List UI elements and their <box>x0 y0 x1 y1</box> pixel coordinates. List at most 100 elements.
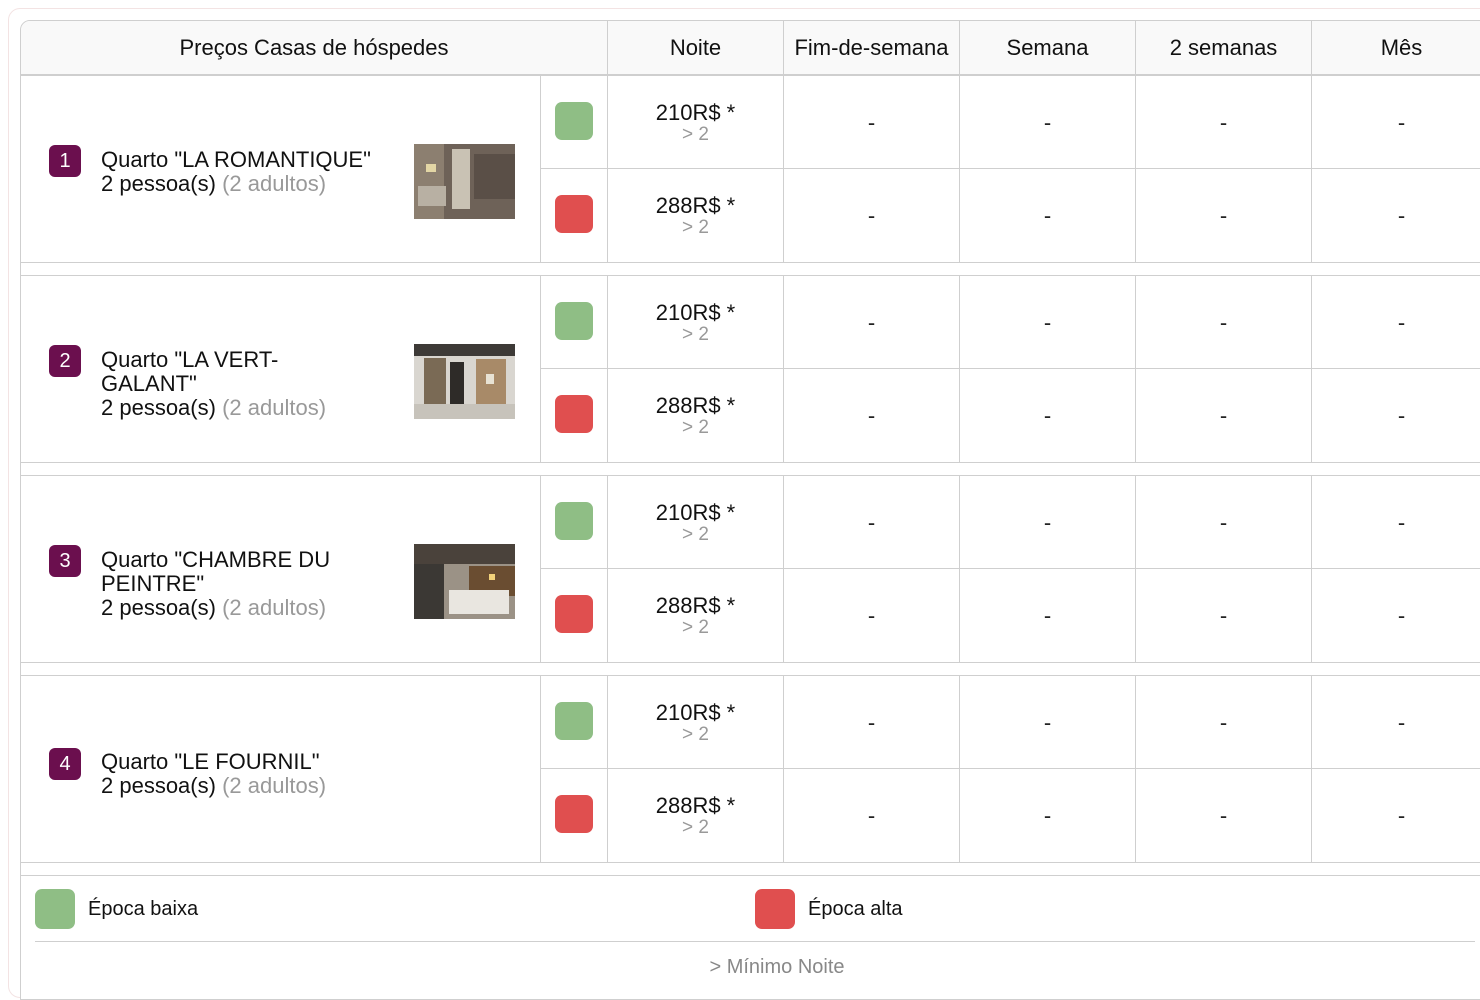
night-price-cell: 288R$ * > 2 <box>608 569 784 662</box>
week-price: - <box>960 169 1136 262</box>
min-nights: > 2 <box>682 616 709 638</box>
high-season-cell <box>541 369 608 462</box>
two-weeks-price: - <box>1136 76 1312 169</box>
room-name[interactable]: Quarto "LA VERT-GALANT" <box>101 348 371 396</box>
min-nights: > 2 <box>682 523 709 545</box>
night-price-cell: 210R$ * > 2 <box>608 676 784 769</box>
night-price: 210R$ * <box>655 99 736 125</box>
row-divider <box>541 768 1480 769</box>
high-season-swatch <box>555 795 593 833</box>
room-description: Quarto "LA VERT-GALANT" 2 pessoa(s) (2 ad… <box>101 348 371 420</box>
season-legend: Época baixa Época alta <box>21 875 1480 941</box>
table-header: Preços Casas de hóspedes Noite Fim-de-se… <box>21 21 1480 75</box>
room-name[interactable]: Quarto "LE FOURNIL" <box>101 750 371 774</box>
room-group: 4 Quarto "LE FOURNIL" 2 pessoa(s) (2 adult… <box>21 675 1480 863</box>
two-weeks-price: - <box>1136 676 1312 769</box>
min-nights: > 2 <box>682 123 709 145</box>
room-adults: (2 adultos) <box>222 171 327 196</box>
night-price-cell: 288R$ * > 2 <box>608 169 784 262</box>
weekend-price: - <box>784 169 960 262</box>
month-price: - <box>1397 709 1406 735</box>
month-price: - <box>1397 602 1406 628</box>
room-adults: (2 adultos) <box>222 773 327 798</box>
room-info: 4 Quarto "LE FOURNIL" 2 pessoa(s) (2 adult… <box>21 676 541 862</box>
room-photo[interactable] <box>414 544 515 619</box>
room-description: Quarto "LA ROMANTIQUE" 2 pessoa(s) (2 adu… <box>101 148 371 196</box>
min-nights: > 2 <box>682 323 709 345</box>
min-night-footnote: > Mínimo Noite <box>709 956 845 978</box>
row-divider <box>541 168 1480 169</box>
month-price: - <box>1397 202 1406 228</box>
low-season-cell <box>541 476 608 569</box>
low-season-label: Época baixa <box>88 898 199 920</box>
room-photo[interactable] <box>414 144 515 219</box>
night-price-cell: 210R$ * > 2 <box>608 476 784 569</box>
low-season-swatch <box>35 889 75 929</box>
min-nights: > 2 <box>682 723 709 745</box>
high-season-cell <box>541 169 608 262</box>
room-description: Quarto "LE FOURNIL" 2 pessoa(s) (2 adulto… <box>101 750 371 798</box>
room-group: 2 Quarto "LA VERT-GALANT" 2 pessoa(s) (2 a… <box>21 275 1480 463</box>
two-weeks-price: - <box>1136 369 1312 462</box>
week-price: - <box>960 369 1136 462</box>
high-season-swatch <box>755 889 795 929</box>
night-price: 210R$ * <box>655 699 736 725</box>
header-month: Mês <box>1380 35 1423 60</box>
two-weeks-price: - <box>1136 769 1312 862</box>
two-weeks-price: - <box>1136 476 1312 569</box>
room-photo[interactable] <box>414 344 515 419</box>
weekend-price: - <box>784 676 960 769</box>
week-price: - <box>960 476 1136 569</box>
night-price: 288R$ * <box>655 792 736 818</box>
room-name[interactable]: Quarto "CHAMBRE DU PEINTRE" <box>101 548 371 596</box>
room-number-badge: 3 <box>49 545 81 577</box>
night-price-cell: 288R$ * > 2 <box>608 769 784 862</box>
night-price-cell: 288R$ * > 2 <box>608 369 784 462</box>
two-weeks-price: - <box>1136 276 1312 369</box>
header-two-weeks: 2 semanas <box>1136 21 1312 75</box>
high-season-swatch <box>555 195 593 233</box>
high-season-label: Época alta <box>808 898 903 920</box>
night-price: 288R$ * <box>655 392 736 418</box>
weekend-price: - <box>784 276 960 369</box>
room-name[interactable]: Quarto "LA ROMANTIQUE" <box>101 148 371 172</box>
two-weeks-price: - <box>1136 569 1312 662</box>
room-guests: 2 pessoa(s) <box>101 395 216 420</box>
low-season-cell <box>541 276 608 369</box>
week-price: - <box>960 676 1136 769</box>
room-number-badge: 1 <box>49 145 81 177</box>
low-season-cell <box>541 676 608 769</box>
row-divider <box>541 368 1480 369</box>
header-title: Preços Casas de hóspedes <box>21 21 608 75</box>
week-price: - <box>960 569 1136 662</box>
month-price: - <box>1397 802 1406 828</box>
week-price: - <box>960 76 1136 169</box>
low-season-swatch <box>555 302 593 340</box>
weekend-price: - <box>784 769 960 862</box>
low-season-swatch <box>555 702 593 740</box>
header-week: Semana <box>960 21 1136 75</box>
night-price: 288R$ * <box>655 192 736 218</box>
low-season-swatch <box>555 102 593 140</box>
weekend-price: - <box>784 76 960 169</box>
night-price: 210R$ * <box>655 299 736 325</box>
room-number-badge: 4 <box>49 748 81 780</box>
min-nights: > 2 <box>682 416 709 438</box>
month-price: - <box>1397 509 1406 535</box>
weekend-price: - <box>784 569 960 662</box>
high-season-cell <box>541 569 608 662</box>
weekend-price: - <box>784 369 960 462</box>
month-price: - <box>1397 109 1406 135</box>
two-weeks-price: - <box>1136 169 1312 262</box>
room-description: Quarto "CHAMBRE DU PEINTRE" 2 pessoa(s) (… <box>101 548 371 620</box>
month-price: - <box>1397 402 1406 428</box>
low-season-cell <box>541 76 608 169</box>
min-nights: > 2 <box>682 816 709 838</box>
room-info: 2 Quarto "LA VERT-GALANT" 2 pessoa(s) (2 a… <box>21 276 541 462</box>
high-season-swatch <box>555 395 593 433</box>
week-price: - <box>960 276 1136 369</box>
room-guests: 2 pessoa(s) <box>101 773 216 798</box>
high-season-cell <box>541 769 608 862</box>
room-info: 1 Quarto "LA ROMANTIQUE" 2 pessoa(s) (2 ad… <box>21 76 541 262</box>
room-group: 1 Quarto "LA ROMANTIQUE" 2 pessoa(s) (2 ad… <box>21 75 1480 263</box>
